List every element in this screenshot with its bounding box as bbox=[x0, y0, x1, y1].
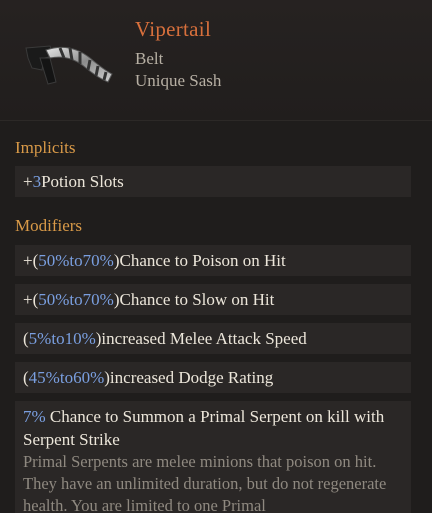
implicit-prefix: + bbox=[23, 171, 33, 191]
implicit-text: Potion Slots bbox=[41, 171, 124, 191]
modifier-row: (45% to 60%) increased Dodge Rating bbox=[15, 362, 411, 393]
special-modifier-description: Primal Serpents are melee minions that p… bbox=[23, 452, 387, 513]
modifier-to: to bbox=[51, 328, 65, 348]
modifier-row: +(50% to 70%) Chance to Slow on Hit bbox=[15, 284, 411, 315]
special-modifier-value: 7% bbox=[23, 407, 46, 426]
modifier-pre: +( bbox=[23, 289, 39, 309]
modifier-pre: +( bbox=[23, 250, 39, 270]
modifier-text: increased Melee Attack Speed bbox=[101, 328, 307, 348]
modifier-min: 50% bbox=[38, 250, 70, 270]
modifier-text: Chance to Slow on Hit bbox=[119, 289, 275, 309]
modifier-row: (5% to 10%) increased Melee Attack Speed bbox=[15, 323, 411, 354]
modifier-max: 60% bbox=[73, 367, 105, 387]
modifier-max: 70% bbox=[82, 289, 114, 309]
modifier-text: Chance to Poison on Hit bbox=[119, 250, 286, 270]
implicit-row: +3 Potion Slots bbox=[15, 166, 411, 197]
header-divider bbox=[0, 120, 432, 121]
modifier-text: increased Dodge Rating bbox=[109, 367, 274, 387]
modifiers-title: Modifiers bbox=[15, 216, 83, 235]
modifier-min: 5% bbox=[28, 328, 52, 348]
modifier-max: 10% bbox=[64, 328, 96, 348]
special-modifier-main: 7% Chance to Summon a Primal Serpent on … bbox=[23, 405, 403, 451]
item-name: Vipertail bbox=[135, 17, 212, 41]
belt-icon bbox=[25, 45, 113, 85]
implicit-value: 3 bbox=[32, 171, 42, 191]
modifier-to: to bbox=[69, 250, 83, 270]
modifier-min: 45% bbox=[28, 367, 60, 387]
modifier-row: +(50% to 70%) Chance to Poison on Hit bbox=[15, 245, 411, 276]
item-type: Belt bbox=[135, 49, 164, 68]
implicits-title: Implicits bbox=[15, 138, 76, 157]
special-modifier-text: Chance to Summon a Primal Serpent on kil… bbox=[23, 407, 385, 449]
item-subtype: Unique Sash bbox=[135, 71, 222, 90]
special-modifier-row: 7% Chance to Summon a Primal Serpent on … bbox=[15, 401, 411, 513]
modifier-max: 70% bbox=[82, 250, 114, 270]
modifier-to: to bbox=[69, 289, 83, 309]
modifier-min: 50% bbox=[38, 289, 70, 309]
modifier-to: to bbox=[59, 367, 74, 387]
